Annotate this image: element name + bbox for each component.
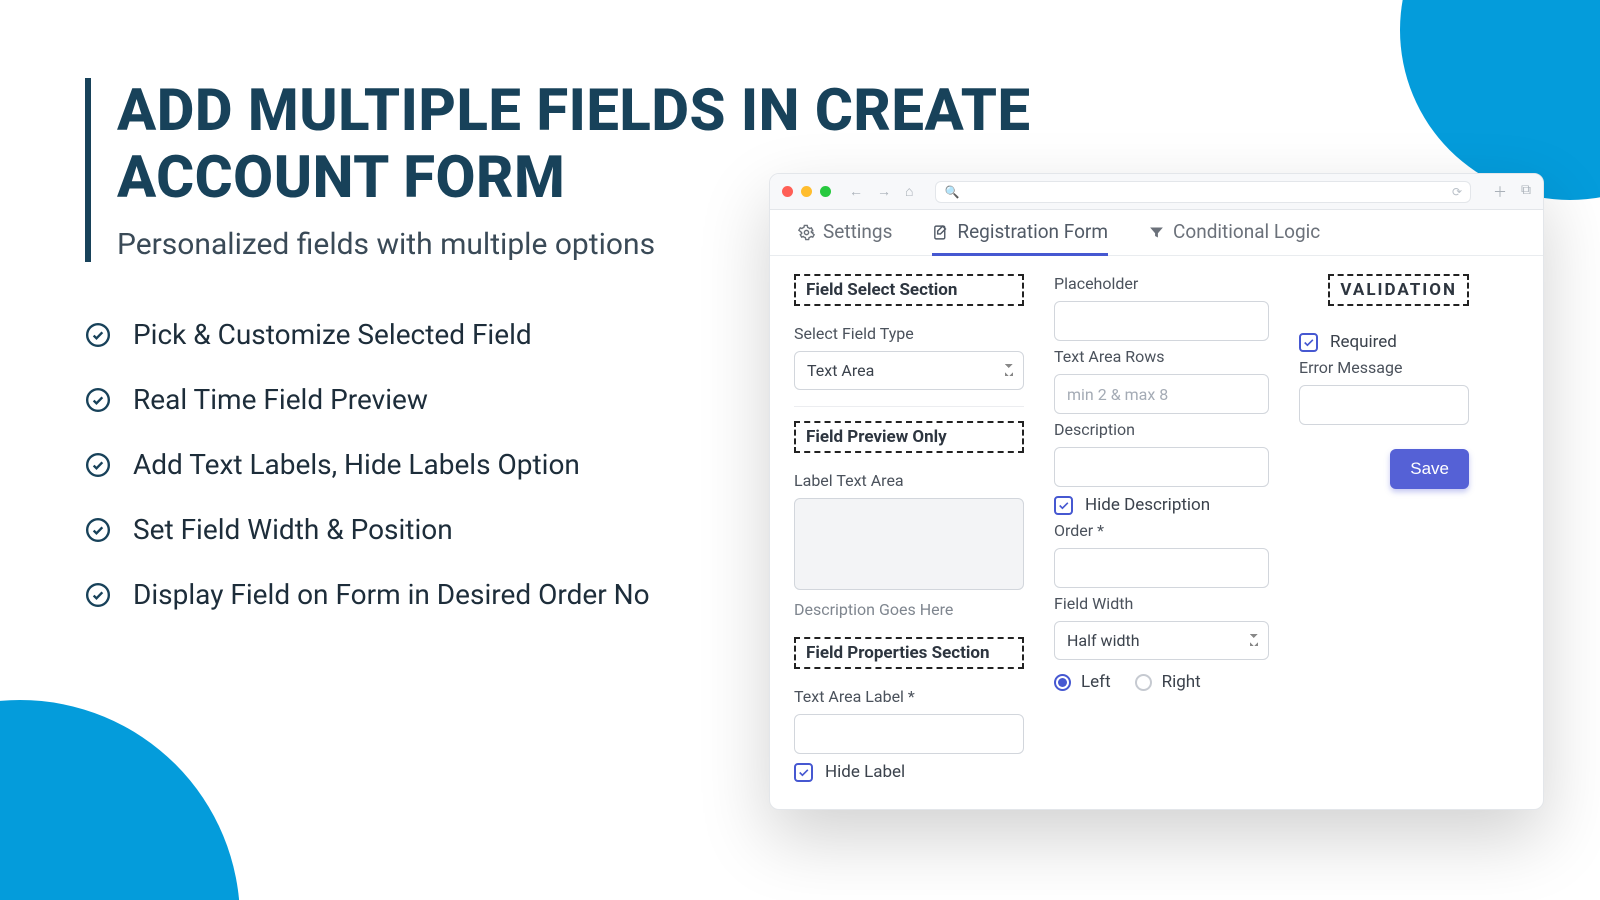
- app-tabs: Settings Registration Form Conditional L…: [770, 210, 1543, 256]
- feature-item: Real Time Field Preview: [85, 383, 725, 416]
- browser-chrome: ← → ⌂ 🔍 ⟳ ＋ ⧉: [770, 174, 1543, 210]
- required-checkbox[interactable]: [1299, 333, 1318, 352]
- position-right-label: Right: [1162, 672, 1201, 692]
- placeholder-label: Placeholder: [1054, 274, 1269, 293]
- check-icon: [85, 452, 111, 478]
- form-icon: [932, 223, 949, 240]
- divider: [794, 406, 1024, 407]
- label-text-area-label: Label Text Area: [794, 471, 1024, 490]
- traffic-lights: [782, 186, 831, 197]
- window-icon[interactable]: ⧉: [1521, 182, 1531, 202]
- feature-label: Set Field Width & Position: [133, 513, 453, 546]
- description-input[interactable]: [1054, 447, 1269, 487]
- feature-label: Add Text Labels, Hide Labels Option: [133, 448, 580, 481]
- feature-item: Add Text Labels, Hide Labels Option: [85, 448, 725, 481]
- feature-label: Pick & Customize Selected Field: [133, 318, 532, 351]
- error-message-input[interactable]: [1299, 385, 1469, 425]
- select-field-type-label: Select Field Type: [794, 324, 1024, 343]
- select-field-type[interactable]: Text Area: [794, 351, 1024, 390]
- error-message-label: Error Message: [1299, 358, 1469, 377]
- back-icon[interactable]: ←: [849, 183, 863, 200]
- hide-label-checkbox[interactable]: [794, 763, 813, 782]
- tab-settings[interactable]: Settings: [798, 210, 892, 256]
- tab-conditional-logic[interactable]: Conditional Logic: [1148, 210, 1320, 256]
- tab-label: Conditional Logic: [1173, 220, 1320, 243]
- position-left-label: Left: [1081, 672, 1111, 692]
- tab-label: Settings: [823, 220, 892, 243]
- search-icon: 🔍: [944, 185, 959, 199]
- feature-label: Real Time Field Preview: [133, 383, 428, 416]
- text-area-label-label: Text Area Label *: [794, 687, 1024, 706]
- home-icon[interactable]: ⌂: [905, 183, 913, 200]
- hide-label-text: Hide Label: [825, 762, 905, 782]
- reload-icon[interactable]: ⟳: [1452, 185, 1462, 199]
- placeholder-input[interactable]: [1054, 301, 1269, 341]
- new-tab-icon[interactable]: ＋: [1493, 182, 1507, 202]
- description-label: Description: [1054, 420, 1269, 439]
- tab-registration-form[interactable]: Registration Form: [932, 210, 1108, 256]
- feature-list: Pick & Customize Selected Field Real Tim…: [85, 318, 725, 643]
- close-icon[interactable]: [782, 186, 793, 197]
- hide-description-text: Hide Description: [1085, 495, 1210, 515]
- text-area-label-input[interactable]: [794, 714, 1024, 754]
- minimize-icon[interactable]: [801, 186, 812, 197]
- address-bar[interactable]: 🔍 ⟳: [935, 181, 1471, 203]
- field-width-select[interactable]: Half width: [1054, 621, 1269, 660]
- position-right-radio[interactable]: [1135, 674, 1152, 691]
- position-left-radio[interactable]: [1054, 674, 1071, 691]
- section-validation: VALIDATION: [1328, 274, 1469, 306]
- order-input[interactable]: [1054, 548, 1269, 588]
- forward-icon[interactable]: →: [877, 183, 891, 200]
- required-label: Required: [1330, 332, 1397, 352]
- tab-label: Registration Form: [957, 220, 1108, 243]
- order-label: Order *: [1054, 521, 1269, 540]
- preview-textarea[interactable]: [794, 498, 1024, 590]
- check-icon: [85, 387, 111, 413]
- section-field-properties: Field Properties Section: [794, 637, 1024, 669]
- text-area-rows-input[interactable]: [1054, 374, 1269, 414]
- filter-icon: [1148, 223, 1165, 240]
- text-area-rows-label: Text Area Rows: [1054, 347, 1269, 366]
- decorative-blob-top-right: [1400, 0, 1600, 200]
- feature-item: Set Field Width & Position: [85, 513, 725, 546]
- section-field-select: Field Select Section: [794, 274, 1024, 306]
- gear-icon: [798, 223, 815, 240]
- decorative-blob-bottom-left: [0, 700, 240, 900]
- field-width-label: Field Width: [1054, 594, 1269, 613]
- maximize-icon[interactable]: [820, 186, 831, 197]
- check-icon: [85, 582, 111, 608]
- save-button[interactable]: Save: [1390, 449, 1469, 489]
- description-hint: Description Goes Here: [794, 600, 1024, 619]
- app-window: ← → ⌂ 🔍 ⟳ ＋ ⧉ Settings Registration Form: [769, 173, 1544, 810]
- section-field-preview: Field Preview Only: [794, 421, 1024, 453]
- check-icon: [85, 322, 111, 348]
- feature-item: Pick & Customize Selected Field: [85, 318, 725, 351]
- feature-item: Display Field on Form in Desired Order N…: [85, 578, 725, 611]
- feature-label: Display Field on Form in Desired Order N…: [133, 578, 650, 611]
- hide-description-checkbox[interactable]: [1054, 496, 1073, 515]
- check-icon: [85, 517, 111, 543]
